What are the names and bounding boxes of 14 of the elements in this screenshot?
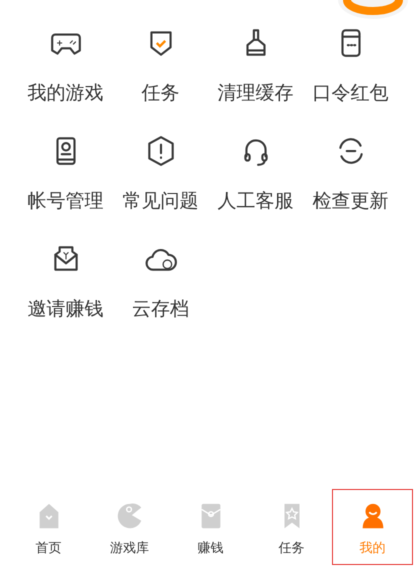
tab[interactable]: 任务 bbox=[251, 489, 332, 565]
menu-item[interactable]: 常见问题 bbox=[113, 134, 208, 214]
menu-item[interactable]: 邀请赚钱 bbox=[18, 242, 113, 322]
tab[interactable]: 游戏库 bbox=[89, 489, 170, 565]
menu-item[interactable]: 口令红包 bbox=[303, 26, 398, 106]
menu-item[interactable]: 检查更新 bbox=[303, 134, 398, 214]
menu-item[interactable]: 帐号管理 bbox=[18, 134, 113, 214]
tab[interactable]: 首页 bbox=[8, 489, 89, 565]
tab[interactable]: 赚钱 bbox=[170, 489, 251, 565]
menu-item[interactable]: 清理缓存 bbox=[208, 26, 303, 106]
menu-item[interactable]: 我的游戏 bbox=[18, 26, 113, 106]
menu-item[interactable]: 任务 bbox=[113, 26, 208, 106]
menu-item[interactable]: 人工客服 bbox=[208, 134, 303, 214]
menu-item[interactable]: 云存档 bbox=[113, 242, 208, 322]
